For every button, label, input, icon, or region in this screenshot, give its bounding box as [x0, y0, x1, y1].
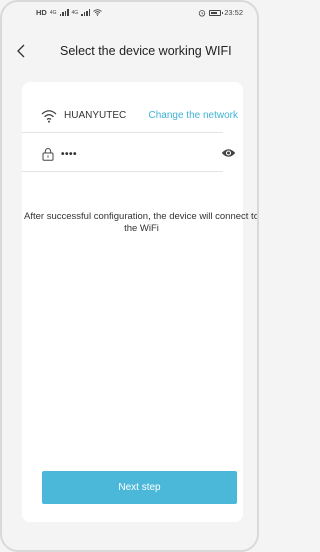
- password-divider: [22, 171, 223, 172]
- lock-icon: [42, 148, 54, 161]
- wifi-row: HUANYUTEC Change the network: [22, 104, 243, 128]
- status-time: 23:52: [224, 8, 243, 17]
- hd-indicator: HD: [36, 8, 47, 17]
- battery-icon: [209, 9, 224, 16]
- change-network-link[interactable]: Change the network: [148, 110, 238, 121]
- network-type-1: 4G: [49, 9, 57, 16]
- next-step-button[interactable]: Next step: [42, 471, 237, 504]
- page-title: Select the device working WIFI: [60, 44, 232, 58]
- password-input[interactable]: [61, 144, 211, 164]
- wifi-ssid: HUANYUTEC: [64, 110, 127, 121]
- status-left: HD 4G 4G: [36, 8, 102, 17]
- password-row: [22, 142, 243, 166]
- config-hint: After successful configuration, the devi…: [24, 211, 259, 234]
- eye-icon[interactable]: [221, 147, 236, 159]
- status-bar: HD 4G 4G 23:52: [2, 2, 257, 24]
- signal-icon-2: [81, 9, 91, 16]
- alarm-icon: [199, 9, 206, 17]
- status-right: 23:52: [198, 8, 243, 17]
- chevron-left-icon: [17, 44, 25, 58]
- wifi-divider: [22, 132, 223, 133]
- network-type-2: 4G: [71, 9, 79, 16]
- phone-screen: HD 4G 4G 23:52 Select the device working…: [0, 0, 259, 552]
- header: Select the device working WIFI: [2, 38, 257, 66]
- wifi-status-icon: [93, 9, 102, 16]
- back-button[interactable]: [14, 42, 30, 60]
- signal-icon: [59, 9, 69, 16]
- wifi-icon: [41, 110, 57, 123]
